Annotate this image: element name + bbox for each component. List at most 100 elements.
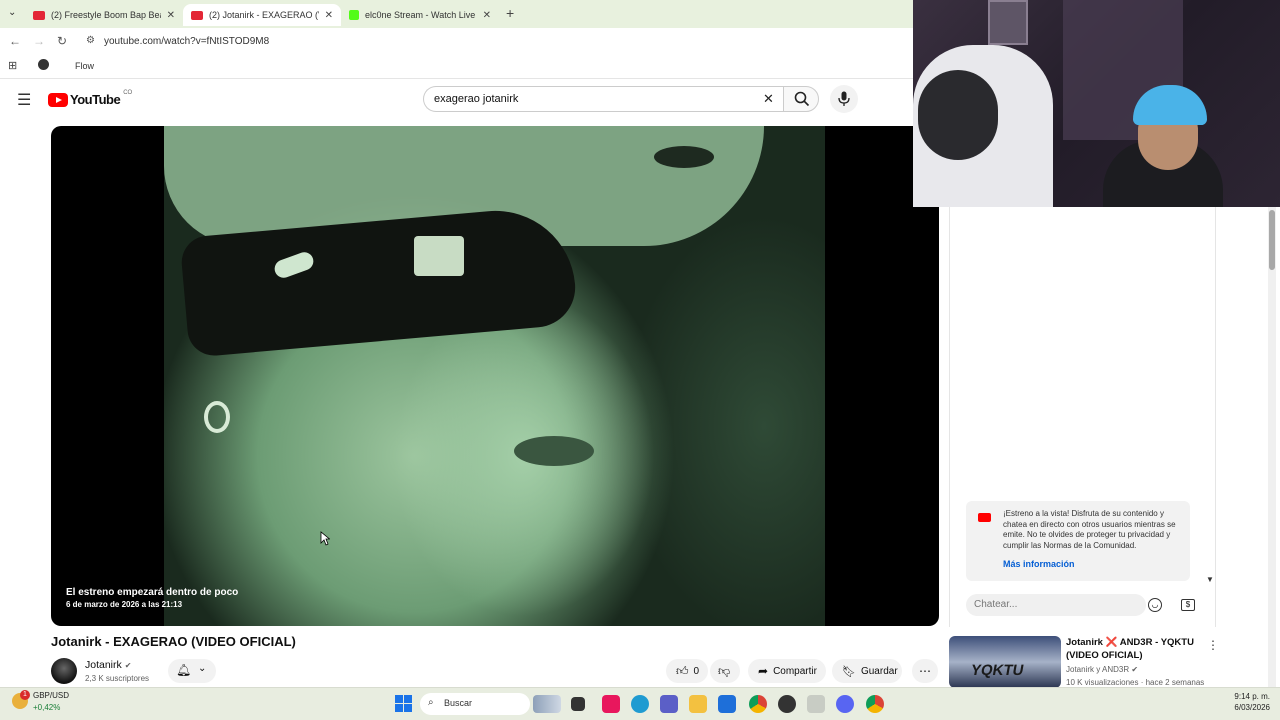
forward-icon[interactable]: → <box>33 34 45 48</box>
dislike-button[interactable]: 👎︎ <box>710 659 740 683</box>
chat-input[interactable]: Chatear... <box>966 594 1146 616</box>
task-view-icon[interactable] <box>571 697 585 711</box>
youtube-logo-text: YouTube <box>70 92 121 107</box>
browser-tab-bar: ⌄ (2) Freestyle Boom Bap Beat | " ✕ (2) … <box>0 0 913 28</box>
file-explorer-icon[interactable] <box>689 695 707 713</box>
youtube-logo[interactable]: YouTube CO <box>48 89 133 107</box>
search-icon: ⌕ <box>428 697 434 708</box>
premiere-date: 6 de marzo de 2026 a las 21:13 <box>66 600 183 609</box>
like-count: 0 <box>693 665 700 677</box>
bookmark-icon: 🔖︎ <box>842 665 856 678</box>
more-info-link[interactable]: Más información <box>1003 559 1075 569</box>
edge-icon[interactable] <box>631 695 649 713</box>
clock-date: 6/03/2026 <box>1234 703 1270 712</box>
tab-search-icon[interactable]: ⌄ <box>8 7 16 18</box>
like-button[interactable]: 👍︎ 0 <box>666 659 708 683</box>
thumbs-down-icon: 👎︎ <box>718 663 731 678</box>
related-thumbnail[interactable]: YQKTU <box>949 636 1061 688</box>
taskbar-search[interactable]: ⌕ Buscar <box>420 693 530 715</box>
emoji-icon[interactable]: ◡ <box>1148 598 1162 612</box>
ticker-change: +0,42% <box>33 703 61 712</box>
person-left-head <box>918 70 998 160</box>
notice-text: ¡Estreno a la vista! Disfruta de su cont… <box>1003 509 1176 550</box>
reload-icon[interactable]: ↻ <box>57 34 67 48</box>
search-button[interactable] <box>783 86 819 112</box>
subscriber-count: 2,3 K suscriptores <box>85 674 150 683</box>
close-tab-icon[interactable]: ✕ <box>483 10 491 21</box>
related-channel: Jotanirk y AND3R ✔ <box>1066 665 1138 674</box>
notifications-button[interactable]: 🔔︎ ⌄ <box>168 659 216 683</box>
tab-kick-stream[interactable]: elc0ne Stream - Watch Live on K ✕ <box>341 4 499 26</box>
bookmarks-bar: ⊞ Flow <box>0 55 913 79</box>
related-channel-name: Jotanirk y AND3R <box>1066 665 1130 674</box>
chevron-down-icon: ⌄ <box>198 663 207 674</box>
clear-search-icon[interactable]: ✕ <box>763 91 774 107</box>
bookmark-flow[interactable]: Flow <box>75 61 94 71</box>
globe-icon[interactable] <box>38 59 49 70</box>
chrome-profile-icon[interactable] <box>866 695 884 713</box>
bell-icon: 🔔︎ <box>176 663 192 677</box>
related-video-item[interactable]: YQKTU Jotanirk ❌ AND3R - YQKTU (VIDEO OF… <box>949 636 1219 688</box>
system-clock[interactable]: 9:14 p. m. 6/03/2026 <box>1210 692 1270 712</box>
tiktok-icon[interactable] <box>602 695 620 713</box>
search-input[interactable]: exagerao jotanirk ✕ <box>423 86 783 112</box>
discord-icon[interactable] <box>836 695 854 713</box>
share-button[interactable]: ➦ Compartir <box>748 659 826 683</box>
app-icon-faded[interactable] <box>807 695 825 713</box>
frame-decoration <box>988 0 1028 45</box>
ticker-name: GBP/USD <box>33 691 70 700</box>
channel-avatar[interactable] <box>51 658 77 684</box>
search-icon <box>794 91 810 107</box>
tab-title: elc0ne Stream - Watch Live on K <box>365 10 477 20</box>
scroll-down-icon[interactable]: ▼ <box>1206 575 1214 584</box>
close-tab-icon[interactable]: ✕ <box>167 10 175 21</box>
more-horizontal-icon: ⋯ <box>919 664 931 678</box>
microphone-icon <box>838 91 850 106</box>
back-icon[interactable]: ← <box>9 34 21 48</box>
apps-grid-icon[interactable]: ⊞ <box>8 59 17 72</box>
taskbar-search-label: Buscar <box>444 698 473 708</box>
tab-freestyle-beat[interactable]: (2) Freestyle Boom Bap Beat | " ✕ <box>25 4 183 26</box>
related-title[interactable]: Jotanirk ❌ AND3R - YQKTU (VIDEO OFICIAL) <box>1066 636 1201 662</box>
lips-shape <box>514 436 594 466</box>
super-chat-icon[interactable]: $ <box>1181 599 1195 611</box>
youtube-play-icon <box>48 92 68 107</box>
verified-icon: ✔ <box>1131 665 1139 674</box>
page-scrollbar[interactable] <box>1268 207 1276 687</box>
new-tab-icon[interactable]: + <box>506 5 514 21</box>
close-tab-icon[interactable]: ✕ <box>325 10 333 21</box>
premiere-title: El estreno empezará dentro de poco <box>66 587 239 598</box>
widget-thumbnail-icon[interactable] <box>533 695 561 713</box>
url-text[interactable]: youtube.com/watch?v=fNtISTOD9M8 <box>104 36 269 47</box>
share-label: Compartir <box>773 665 817 677</box>
site-info-icon[interactable]: ⚙ <box>86 35 95 46</box>
more-options-icon[interactable]: ⋮ <box>1207 638 1219 652</box>
mouse-cursor-icon <box>320 531 330 546</box>
chat-placeholder: Chatear... <box>974 599 1018 610</box>
hat-mark <box>654 146 714 168</box>
voice-search-button[interactable] <box>830 85 858 113</box>
related-meta: 10 K visualizaciones · hace 2 semanas <box>1066 678 1205 687</box>
chrome-icon[interactable] <box>749 695 767 713</box>
save-button[interactable]: 🔖︎ Guardar <box>832 659 902 683</box>
more-actions-button[interactable]: ⋯ <box>912 659 938 683</box>
notification-badge: 1 <box>20 690 30 700</box>
hamburger-menu-icon[interactable]: ☰ <box>17 90 31 110</box>
premiere-notice: ¡Estreno a la vista! Disfruta de su cont… <box>966 501 1190 581</box>
scrollbar-thumb[interactable] <box>1269 210 1275 270</box>
windows-logo-icon <box>395 695 412 712</box>
region-code: CO <box>123 89 133 96</box>
store-icon[interactable] <box>718 695 736 713</box>
tab-title: (2) Jotanirk - EXAGERAO (VIDEO <box>209 10 319 20</box>
app-icon-dark[interactable] <box>778 695 796 713</box>
channel-name[interactable]: Jotanirk ✔ <box>85 659 131 671</box>
start-button[interactable] <box>395 695 412 712</box>
tab-jotanirk-exagerao[interactable]: (2) Jotanirk - EXAGERAO (VIDEO ✕ <box>183 4 341 26</box>
video-frame <box>164 126 825 626</box>
video-player[interactable]: El estreno empezará dentro de poco 6 de … <box>51 126 939 626</box>
address-bar-row: ← → ↻ ⚙ youtube.com/watch?v=fNtISTOD9M8 <box>0 28 913 55</box>
teams-icon[interactable] <box>660 695 678 713</box>
youtube-notice-icon <box>978 513 991 522</box>
weather-widget[interactable]: 1 GBP/USD +0,42% <box>10 690 80 716</box>
save-label: Guardar <box>860 665 898 677</box>
